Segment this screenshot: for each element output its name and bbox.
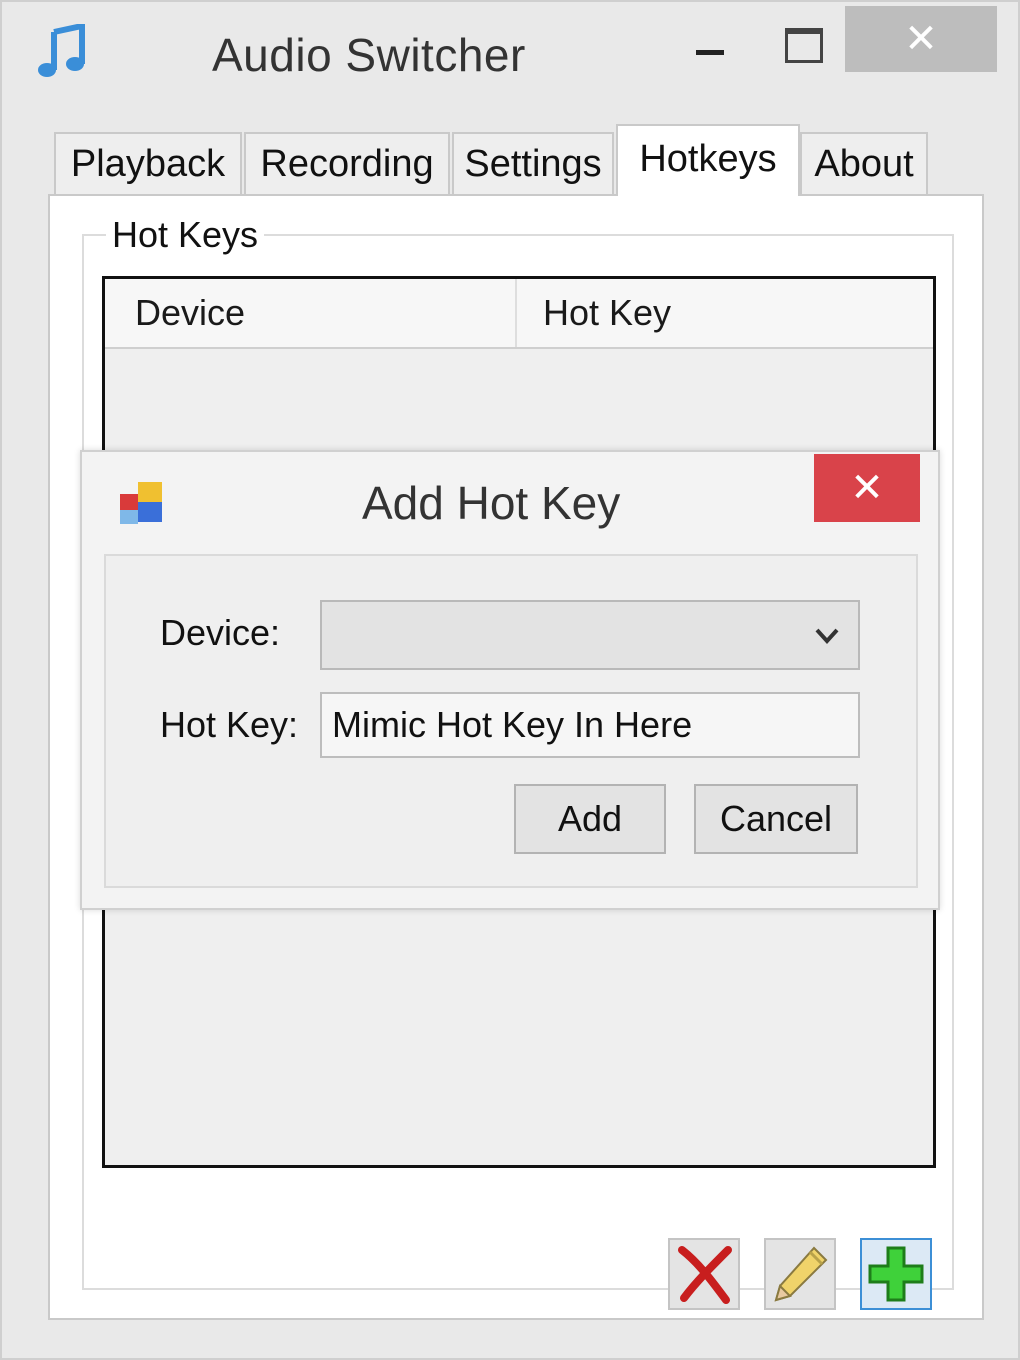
column-header-hot-key[interactable]: Hot Key — [519, 279, 933, 347]
green-plus-icon — [868, 1246, 924, 1302]
add-hotkey-button[interactable] — [860, 1238, 932, 1310]
music-note-icon — [38, 24, 85, 77]
dialog-title: Add Hot Key — [362, 477, 621, 529]
groupbox-label: Hot Keys — [106, 214, 265, 256]
close-button[interactable]: ✕ — [845, 6, 997, 72]
add-button[interactable]: Add — [514, 784, 666, 854]
maximize-button[interactable] — [772, 14, 832, 74]
cancel-button[interactable]: Cancel — [694, 784, 858, 854]
edit-hotkey-button[interactable] — [764, 1238, 836, 1310]
list-header: Device Hot Key — [105, 279, 933, 349]
tab-hotkeys[interactable]: Hotkeys — [616, 124, 800, 196]
application-icon — [120, 482, 162, 524]
pencil-icon — [774, 1246, 828, 1302]
dialog-close-button[interactable]: ✕ — [814, 454, 920, 522]
hot-key-input[interactable]: Mimic Hot Key In Here — [320, 692, 860, 758]
window-title: Audio Switcher — [212, 29, 526, 81]
hot-key-label: Hot Key: — [160, 704, 299, 745]
column-header-device[interactable]: Device — [105, 279, 517, 347]
device-dropdown[interactable] — [320, 600, 860, 670]
tab-settings[interactable]: Settings — [452, 132, 614, 194]
tab-playback[interactable]: Playback — [54, 132, 242, 194]
dialog-body: Device: Hot Key: Mimic Hot Key In Here A… — [104, 554, 918, 888]
tab-about[interactable]: About — [800, 132, 928, 194]
tab-recording[interactable]: Recording — [244, 132, 450, 194]
title-bar[interactable]: Audio Switcher ✕ — [2, 2, 1018, 102]
add-hot-key-dialog: Add Hot Key ✕ Device: Hot Key: Mimic Hot… — [80, 450, 940, 910]
device-label: Device: — [160, 612, 281, 653]
minimize-button[interactable] — [680, 14, 740, 74]
red-x-icon — [678, 1246, 732, 1304]
chevron-down-icon — [815, 628, 839, 644]
delete-hotkey-button[interactable] — [668, 1238, 740, 1310]
